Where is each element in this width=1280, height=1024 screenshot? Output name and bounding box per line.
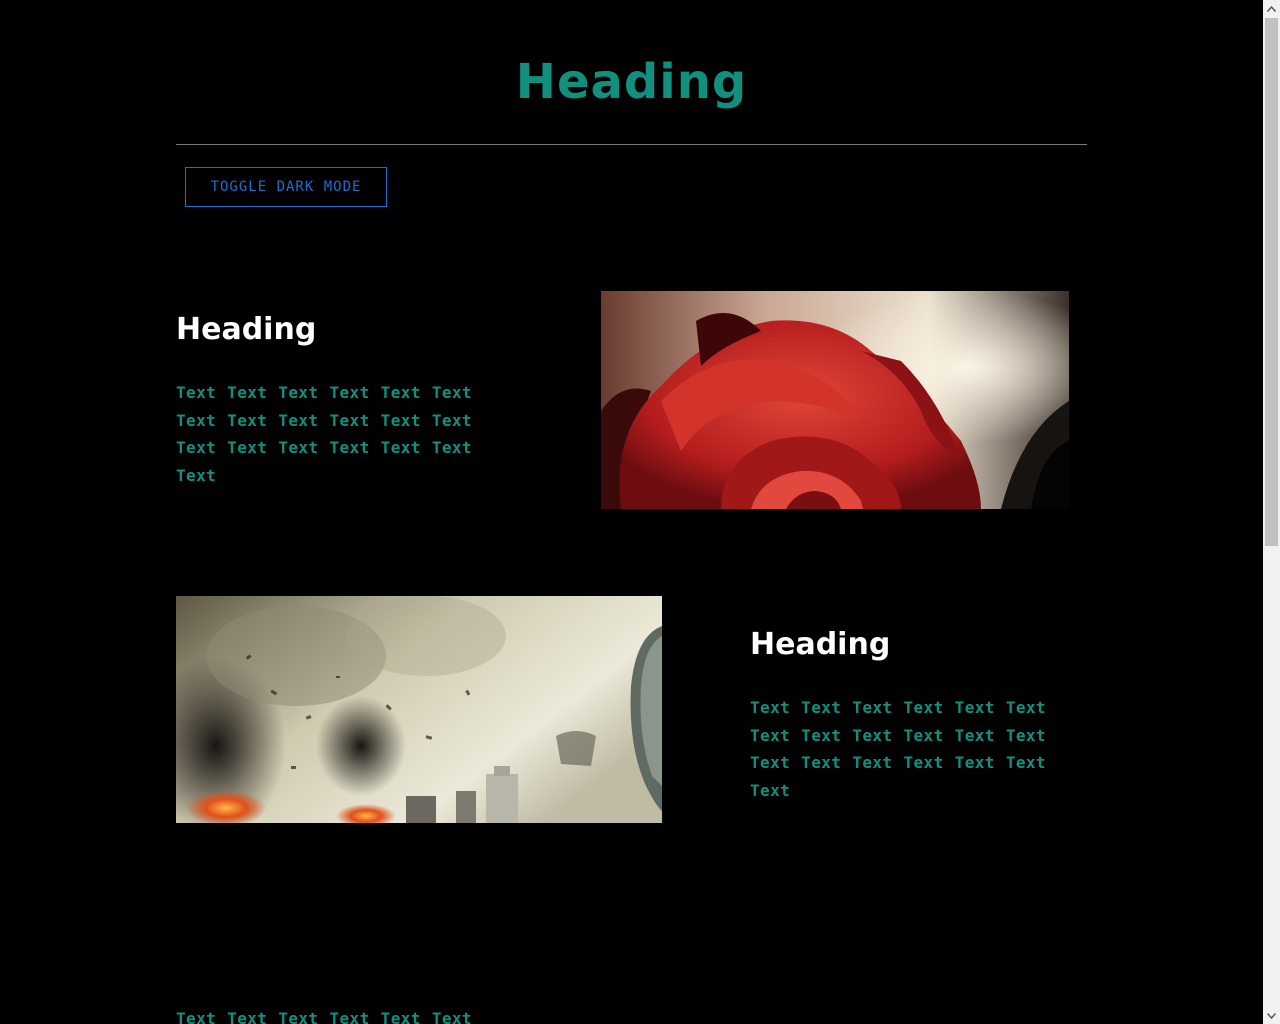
scroll-down-arrow-icon[interactable] xyxy=(1263,1007,1280,1024)
section-3-text: Text Text Text Text Text Text xyxy=(176,1009,472,1024)
section-2-text: Text Text Text Text Text Text Text Text … xyxy=(750,698,1046,800)
scroll-up-arrow-icon[interactable] xyxy=(1263,0,1280,17)
section-1-text: Text Text Text Text Text Text Text Text … xyxy=(176,383,472,485)
section-1-heading: Heading xyxy=(176,312,317,347)
section-2-heading: Heading xyxy=(750,627,891,662)
header-divider xyxy=(176,144,1087,145)
war-scene-image xyxy=(176,596,662,823)
rose-image xyxy=(601,291,1069,509)
page: Heading TOGGLE DARK MODE Heading Text Te… xyxy=(0,0,1263,1024)
scrollbar-thumb[interactable] xyxy=(1265,18,1278,546)
vertical-scrollbar[interactable] xyxy=(1263,0,1280,1024)
toggle-dark-mode-button[interactable]: TOGGLE DARK MODE xyxy=(185,167,387,207)
page-title: Heading xyxy=(515,54,748,110)
